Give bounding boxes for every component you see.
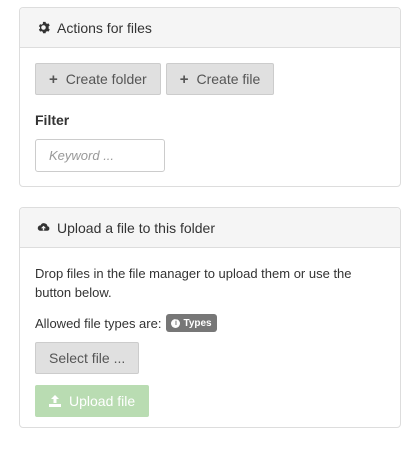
allowed-types-row: Allowed file types are: i Types [35,314,385,332]
upload-file-button[interactable]: Upload file [35,385,150,417]
filter-placeholder: Keyword ... [49,148,115,163]
actions-panel-title: Actions for files [57,19,152,36]
create-folder-label: Create folder [65,71,147,87]
allowed-types-label: Allowed file types are: [35,315,162,331]
upload-panel-title: Upload a file to this folder [57,219,215,236]
select-file-button[interactable]: Select file ... [35,342,140,374]
filter-input[interactable]: Keyword ... [35,139,165,172]
actions-panel: Actions for files + Create folder + Crea… [19,7,401,187]
filter-label: Filter [35,112,70,128]
create-folder-button[interactable]: + Create folder [35,63,161,95]
upload-file-label: Upload file [69,393,136,409]
actions-panel-heading: Actions for files [20,8,400,48]
upload-panel-heading: Upload a file to this folder [20,208,400,248]
types-badge-label: Types [183,317,212,329]
plus-icon: + [179,70,189,88]
upload-icon [49,395,61,407]
upload-description: Drop files in the file manager to upload… [35,266,352,300]
types-badge[interactable]: i Types [166,314,217,332]
upload-panel: Upload a file to this folder Drop files … [19,207,401,428]
create-file-label: Create file [196,71,261,87]
cloud-upload-icon [37,221,50,234]
info-icon: i [171,318,181,328]
plus-icon: + [49,70,58,88]
create-file-button[interactable]: + Create file [165,63,275,95]
gear-icon [37,21,50,34]
select-file-label: Select file ... [49,350,126,366]
